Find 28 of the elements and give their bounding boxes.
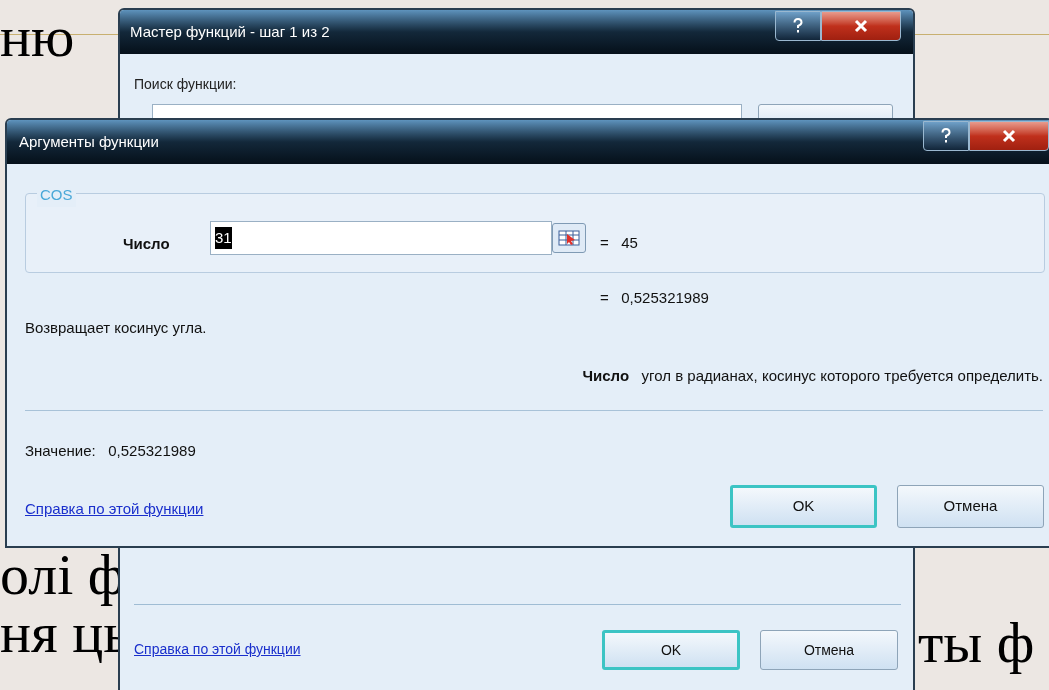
window-title: Мастер функций - шаг 1 из 2 (130, 21, 330, 42)
window-title: Аргументы функции (19, 131, 159, 152)
dialog-button[interactable]: Отмена (897, 485, 1044, 528)
grid-arrow-icon (558, 230, 580, 246)
help-link[interactable]: Справка по этой функции (134, 639, 301, 660)
close-icon (1002, 129, 1016, 143)
field-label: Поиск функции: (134, 75, 237, 94)
value-text: Значение: 0,525321989 (25, 441, 196, 461)
argument-result: = 45 (600, 233, 638, 253)
slide-text: ты ф (918, 609, 1035, 677)
help-icon (941, 128, 951, 144)
dialog-button[interactable]: OK (602, 630, 740, 670)
argument-input[interactable]: 31 (210, 221, 552, 255)
argument-label: Число (123, 234, 170, 254)
dialog-button[interactable]: Отмена (760, 630, 898, 670)
function-description: Возвращает косинус угла. (25, 318, 207, 338)
dialog-button[interactable]: OK (730, 485, 877, 528)
help-button[interactable] (775, 11, 821, 41)
close-button[interactable] (821, 11, 901, 41)
help-button[interactable] (923, 121, 969, 151)
argument-help: Число угол в радианах, косинус которого требуется определить. (582, 366, 1043, 386)
close-icon (854, 19, 868, 33)
range-select-button[interactable] (552, 223, 586, 253)
formula-result: = 0,525321989 (600, 288, 709, 308)
close-button[interactable] (969, 121, 1049, 151)
slide-text: ню (0, 3, 75, 71)
help-icon (793, 18, 803, 34)
help-link[interactable]: Справка по этой функции (25, 498, 204, 521)
